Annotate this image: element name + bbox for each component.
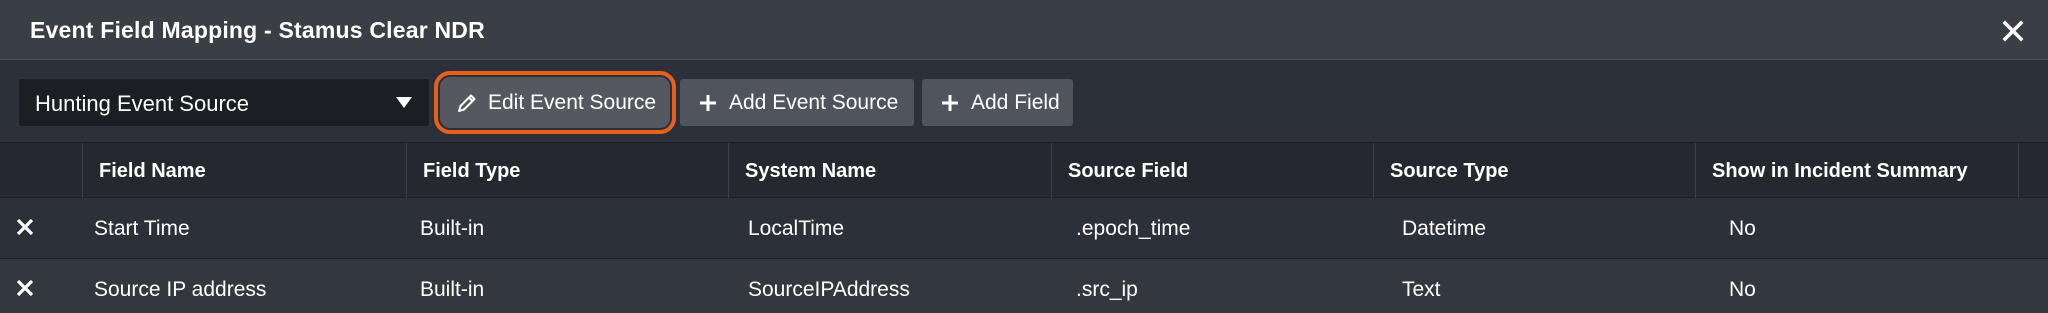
event-source-select[interactable]: Hunting Event Source bbox=[19, 79, 429, 126]
dialog-titlebar: Event Field Mapping - Stamus Clear NDR bbox=[0, 0, 2048, 60]
table-row[interactable]: Source IP address Built-in SourceIPAddre… bbox=[0, 259, 2048, 313]
table-row[interactable]: Start Time Built-in LocalTime .epoch_tim… bbox=[0, 198, 2048, 259]
toolbar: Hunting Event Source Edit Event Source A… bbox=[0, 60, 2048, 142]
edit-event-source-button[interactable]: Edit Event Source bbox=[434, 71, 676, 134]
cell-source-type: Datetime bbox=[1402, 217, 1487, 240]
cell-source-type: Text bbox=[1402, 278, 1441, 301]
dialog-title: Event Field Mapping - Stamus Clear NDR bbox=[30, 17, 485, 43]
cell-field-type: Built-in bbox=[420, 278, 485, 301]
header-show-in-incident-summary[interactable]: Show in Incident Summary bbox=[1695, 143, 2018, 199]
delete-icon[interactable] bbox=[14, 277, 36, 299]
plus-icon bbox=[939, 92, 961, 114]
edit-event-source-label: Edit Event Source bbox=[488, 90, 657, 114]
table-header: Field Name Field Type System Name Source… bbox=[0, 142, 2048, 199]
header-system-name[interactable]: System Name bbox=[728, 143, 1051, 199]
close-icon[interactable] bbox=[2000, 18, 2026, 44]
cell-show-in-summary: No bbox=[1729, 278, 1756, 301]
cell-field-name: Start Time bbox=[94, 217, 190, 240]
header-actions bbox=[0, 143, 82, 199]
cell-source-field: .src_ip bbox=[1076, 278, 1138, 301]
cell-field-type: Built-in bbox=[420, 217, 485, 240]
delete-icon[interactable] bbox=[14, 216, 36, 238]
header-source-type[interactable]: Source Type bbox=[1373, 143, 1695, 199]
cell-source-field: .epoch_time bbox=[1076, 217, 1191, 240]
header-field-name[interactable]: Field Name bbox=[82, 143, 406, 199]
plus-icon bbox=[697, 92, 719, 114]
caret-down-icon bbox=[396, 97, 412, 108]
header-filler bbox=[2018, 143, 2048, 199]
add-event-source-button[interactable]: Add Event Source bbox=[680, 79, 914, 126]
pencil-icon bbox=[456, 92, 478, 114]
event-field-mapping-dialog: Event Field Mapping - Stamus Clear NDR H… bbox=[0, 0, 2048, 313]
cell-field-name: Source IP address bbox=[94, 278, 267, 301]
header-field-type[interactable]: Field Type bbox=[406, 143, 728, 199]
cell-show-in-summary: No bbox=[1729, 217, 1756, 240]
event-source-select-value: Hunting Event Source bbox=[35, 91, 250, 116]
cell-system-name: LocalTime bbox=[748, 217, 845, 240]
cell-system-name: SourceIPAddress bbox=[748, 278, 910, 301]
add-field-label: Add Field bbox=[971, 90, 1060, 114]
add-field-button[interactable]: Add Field bbox=[922, 79, 1073, 126]
add-event-source-label: Add Event Source bbox=[729, 90, 899, 114]
header-source-field[interactable]: Source Field bbox=[1051, 143, 1373, 199]
